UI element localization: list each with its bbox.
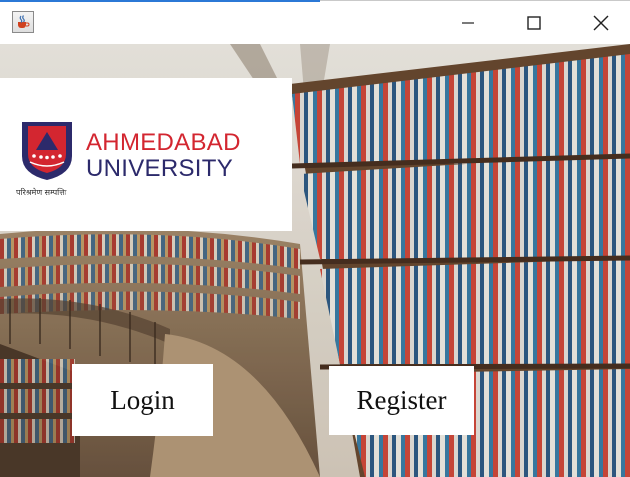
login-button[interactable]: Login xyxy=(72,364,213,436)
brand-name-line2: UNIVERSITY xyxy=(86,155,234,182)
brand-name-line1: AHMEDABAD xyxy=(86,129,241,156)
minimize-icon xyxy=(462,22,474,24)
university-motto: परिश्रमेण सम्पत्तिः xyxy=(16,188,67,197)
close-button[interactable] xyxy=(578,1,624,45)
title-bar[interactable] xyxy=(0,0,630,44)
app-window: AHMEDABAD UNIVERSITY परिश्रमेण सम्पत्तिः… xyxy=(0,0,630,477)
close-icon xyxy=(593,15,609,31)
university-logo: AHMEDABAD UNIVERSITY परिश्रमेण सम्पत्तिः xyxy=(0,78,292,231)
register-button[interactable]: Register xyxy=(329,366,474,435)
maximize-icon xyxy=(527,16,541,30)
maximize-button[interactable] xyxy=(511,1,557,45)
main-panel: AHMEDABAD UNIVERSITY परिश्रमेण सम्पत्तिः… xyxy=(0,44,630,477)
minimize-button[interactable] xyxy=(445,1,491,45)
java-cup-icon[interactable] xyxy=(12,11,34,33)
university-crest-icon xyxy=(22,122,72,180)
title-bar-accent xyxy=(0,0,320,2)
